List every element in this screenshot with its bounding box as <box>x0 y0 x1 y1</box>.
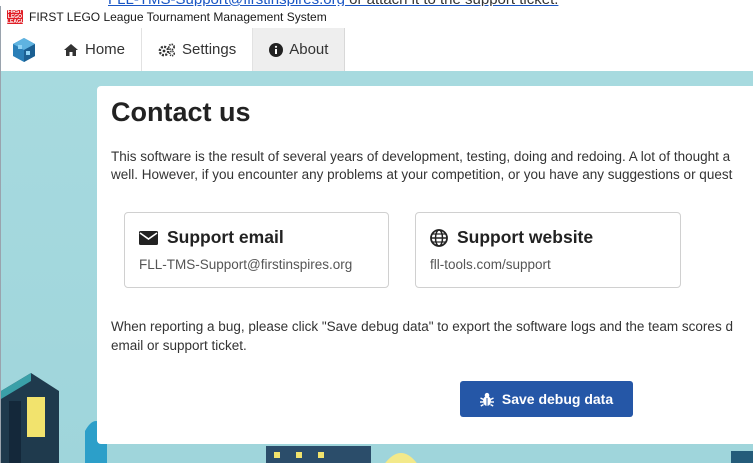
title-bar: FIRST LEGO LEAGUE FIRST LEGO League Tour… <box>1 6 753 28</box>
nav-settings-label: Settings <box>182 41 237 58</box>
window-title: FIRST LEGO League Tournament Management … <box>29 10 327 24</box>
support-website-box: Support website fll-tools.com/support <box>415 212 681 288</box>
nav-home[interactable]: Home <box>47 28 141 71</box>
support-website-value[interactable]: fll-tools.com/support <box>430 257 551 272</box>
navbar: Home Settings About <box>1 28 753 71</box>
support-website-heading: Support website <box>457 227 594 247</box>
support-email-box: Support email FLL-TMS-Support@firstinspi… <box>124 212 389 288</box>
save-debug-data-label: Save debug data <box>501 391 614 407</box>
building-illustration-5 <box>731 451 753 463</box>
home-icon <box>64 43 78 56</box>
bug-report-text: When reporting a bug, please click "Save… <box>111 319 733 353</box>
support-email-heading: Support email <box>167 227 284 247</box>
bug-icon <box>479 392 494 407</box>
nav-about-label: About <box>289 41 329 58</box>
support-email-value[interactable]: FLL-TMS-Support@firstinspires.org <box>139 257 352 272</box>
page-title: Contact us <box>111 97 251 127</box>
info-circle-icon <box>269 42 284 57</box>
envelope-icon <box>139 230 158 245</box>
app-window: FIRST LEGO LEAGUE FIRST LEGO League Tour… <box>0 6 753 463</box>
building-illustration-3 <box>266 446 371 463</box>
save-debug-data-button[interactable]: Save debug data <box>460 381 633 417</box>
cogs-icon <box>158 43 176 57</box>
building-illustration-4 <box>385 453 417 463</box>
building-illustration <box>1 373 59 463</box>
intro-text: This software is the result of several y… <box>111 149 733 182</box>
nav-settings[interactable]: Settings <box>141 28 252 71</box>
app-logo-icon: FIRST LEGO LEAGUE <box>7 8 28 25</box>
contact-card: Contact us This software is the result o… <box>97 86 753 444</box>
globe-icon <box>430 228 448 247</box>
nav-home-label: Home <box>85 41 126 58</box>
nav-about[interactable]: About <box>252 28 346 71</box>
brand-logo-icon[interactable] <box>1 28 47 71</box>
